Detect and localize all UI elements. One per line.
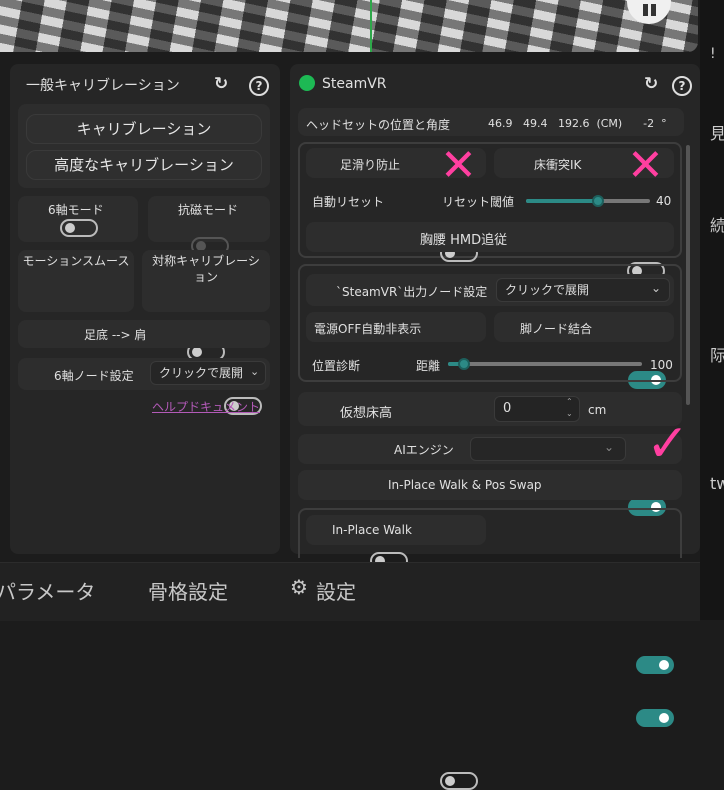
help-icon[interactable]: ? (249, 76, 269, 96)
distance-label: 距離 (416, 359, 441, 373)
six-axis-toggle[interactable] (60, 219, 98, 237)
help-doc-link[interactable]: ヘルプドキュメント (152, 398, 260, 415)
headset-label: ヘッドセットの位置と角度 (306, 118, 451, 132)
steamvr-title: SteamVR (322, 76, 387, 92)
virtual-floor-unit: cm (588, 403, 607, 417)
chevron-down-icon: ⌄ (604, 440, 615, 454)
edge-text-4: tw (710, 474, 724, 493)
leg-node-label: 脚ノード結合 (520, 322, 593, 336)
reset-threshold-fill (526, 199, 598, 203)
six-axis-node-select[interactable]: クリックで展開 (150, 361, 266, 385)
output-node-label: `SteamVR`出力ノード設定 (336, 285, 488, 299)
annotation-check-mark: ✓ (646, 414, 690, 474)
ai-engine-select[interactable] (470, 437, 626, 461)
refresh-icon-right[interactable]: ↻ (644, 74, 658, 94)
inplace-walk-toggle[interactable] (440, 772, 478, 790)
scene-viewport (0, 0, 698, 52)
distance-knob[interactable] (457, 358, 470, 370)
anti-mag-label: 抗磁モード (178, 203, 239, 217)
panel-title: 一般キャリブレーション (26, 78, 180, 94)
scrollbar-thumb[interactable] (686, 145, 690, 405)
chevron-down-icon: ⌄ (651, 281, 662, 295)
spinner-icon[interactable]: ⌃ ⌄ (566, 396, 573, 420)
help-icon-right[interactable]: ? (672, 76, 692, 96)
sole-shoulder-label: 足底 --> 肩 (84, 328, 147, 342)
output-node-select[interactable]: クリックで展開 (496, 278, 670, 302)
anti-slip-label: 足滑り防止 (340, 158, 401, 172)
motion-smooth-label: モーションスムース (22, 254, 130, 268)
edge-text-0: ! (710, 46, 716, 62)
inplace-swap-toggle[interactable] (636, 709, 674, 727)
distance-slider[interactable] (448, 362, 642, 366)
floor-ik-label: 床衝突IK (534, 158, 582, 172)
headset-values: 46.9 49.4 192.6 (CM) -2 ° (488, 117, 667, 130)
tab-parameters[interactable]: パラメータ (0, 576, 95, 605)
virtual-floor-label: 仮想床高 (340, 406, 393, 421)
edge-text-3: 际 (710, 346, 724, 365)
origin-axis-line (370, 0, 372, 52)
chevron-down-icon: ⌄ (250, 365, 260, 378)
auto-reset-label: 自動リセット (312, 195, 385, 209)
gear-icon: ⚙ (290, 575, 308, 599)
power-off-label: 電源OFF自動非表示 (314, 322, 422, 336)
edge-text-2: 続 (710, 216, 724, 235)
advanced-calibration-button[interactable]: 高度なキャリブレーション (26, 150, 262, 180)
right-edge-strip (700, 0, 724, 620)
chest-waist-label: 胸腰 HMD追従 (420, 233, 508, 248)
six-axis-label: 6軸モード (48, 203, 104, 217)
annotation-x-mark-2: ✕ (627, 140, 664, 191)
calibration-button[interactable]: キャリブレーション (26, 114, 262, 144)
inplace-walk-label: In-Place Walk (332, 523, 412, 537)
ai-engine-label: AIエンジン (394, 443, 454, 457)
six-axis-node-value: クリックで展開 (159, 366, 244, 380)
status-dot-icon (299, 75, 315, 91)
six-axis-node-label: 6軸ノード設定 (54, 369, 134, 383)
distance-value: 100 (650, 358, 673, 372)
refresh-icon[interactable]: ↻ (214, 74, 228, 94)
virtual-floor-value: 0 (503, 401, 512, 416)
pos-diag-label: 位置診断 (312, 359, 361, 373)
tab-settings[interactable]: 設定 (316, 576, 356, 605)
reset-threshold-knob[interactable] (591, 195, 604, 207)
output-node-value: クリックで展開 (505, 283, 590, 297)
tab-skeleton[interactable]: 骨格設定 (148, 576, 228, 605)
inplace-swap-label: In-Place Walk & Pos Swap (388, 478, 542, 492)
annotation-x-mark-1: ✕ (440, 140, 477, 191)
edge-text-1: 見 (710, 124, 724, 143)
ai-engine-toggle[interactable] (636, 656, 674, 674)
symmetric-cal-label: 対称キャリブレーション (152, 254, 260, 284)
reset-threshold-label: リセット閾値 (442, 195, 515, 209)
reset-threshold-value: 40 (656, 194, 672, 208)
